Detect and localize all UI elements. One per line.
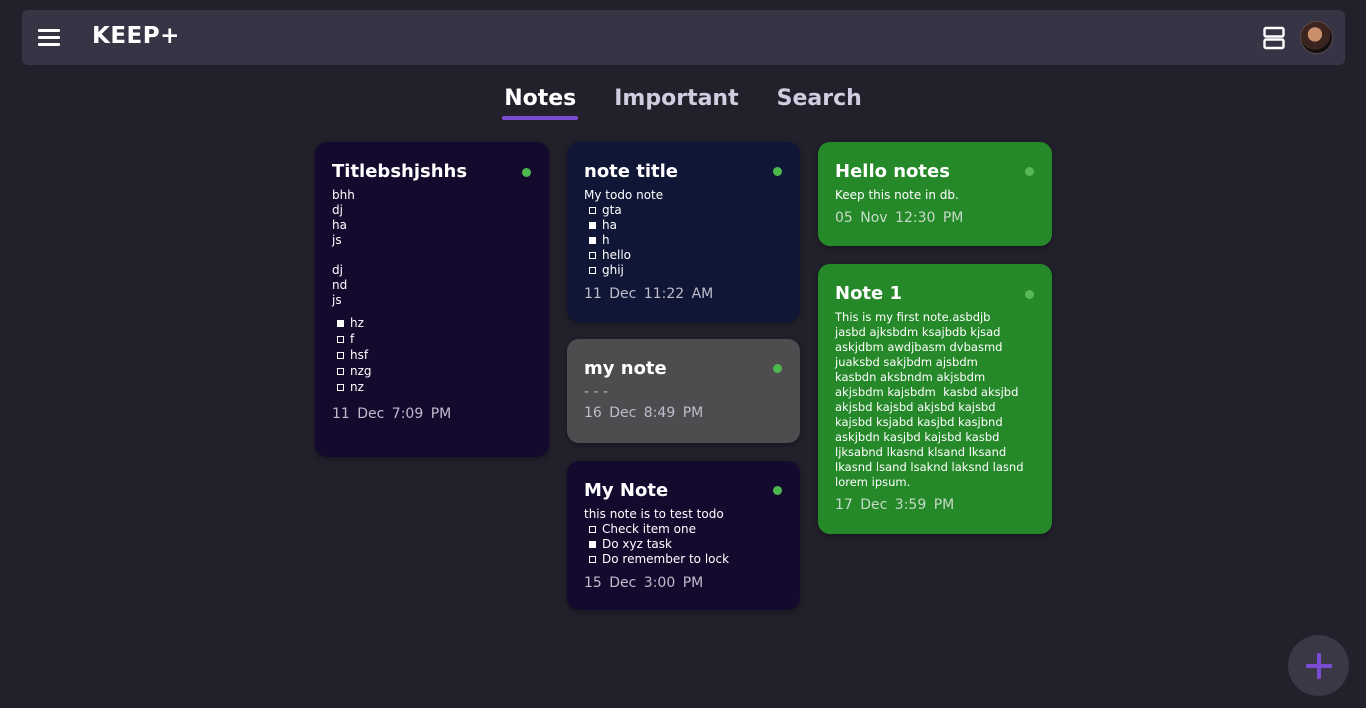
tab-search[interactable]: Search <box>775 86 864 120</box>
todo-label: Do xyz task <box>602 537 672 551</box>
todo-label: ghij <box>602 263 624 277</box>
note-text: Keep this note in db. <box>835 188 959 202</box>
note-card[interactable]: note title My todo note gta ha h hello g… <box>567 142 800 322</box>
todo-label: nzg <box>350 364 372 378</box>
top-app-bar: KEEP+ <box>22 10 1345 65</box>
todo-item[interactable]: Do xyz task <box>589 537 783 552</box>
todo-label: ha <box>602 218 617 232</box>
note-date: 17 Dec 3:59 PM <box>835 497 955 513</box>
checkbox-icon <box>337 335 344 343</box>
note-card[interactable]: My Note this note is to test todo Check … <box>567 461 800 610</box>
plus-icon <box>1305 652 1332 679</box>
todo-label: hz <box>350 316 364 330</box>
todo-item[interactable]: ghij <box>589 263 783 278</box>
todo-label: Do remember to lock <box>602 552 730 566</box>
todo-item[interactable]: nz <box>337 379 532 395</box>
status-dot <box>773 167 782 176</box>
layout-toggle-icon[interactable] <box>1263 26 1285 50</box>
note-card[interactable]: Titlebshjshhs bhh dj ha js dj nd js hz f… <box>315 142 549 457</box>
note-card[interactable]: Note 1 This is my first note.asbdjb jasb… <box>818 264 1052 534</box>
todo-item[interactable]: hello <box>589 248 783 263</box>
todo-list: Check item one Do xyz task Do remember t… <box>589 522 783 567</box>
note-text: bhh dj ha js dj nd js <box>332 188 355 307</box>
todo-item[interactable]: hz <box>337 316 532 331</box>
todo-label: f <box>350 332 355 346</box>
todo-list: hz f hsf nzg nz nz <box>337 316 532 398</box>
checkbox-icon <box>337 383 344 391</box>
todo-label: hello <box>602 248 631 262</box>
note-text: My todo note <box>584 188 664 202</box>
todo-item[interactable]: f <box>337 331 532 347</box>
note-date: 11 Dec 7:09 PM <box>332 406 452 422</box>
note-title: Hello notes <box>835 161 950 182</box>
note-title: My Note <box>584 480 669 501</box>
checkbox-icon <box>589 222 596 229</box>
todo-item[interactable]: hsf <box>337 347 532 363</box>
checkbox-icon <box>589 207 596 214</box>
add-note-button[interactable] <box>1288 635 1349 696</box>
todo-list-container: hz f hsf nzg nz nz <box>332 316 532 398</box>
note-date: 15 Dec 3:00 PM <box>584 575 704 591</box>
checkbox-icon <box>589 556 596 563</box>
note-date: 16 Dec 8:49 PM <box>584 405 704 421</box>
checkbox-icon <box>589 237 596 244</box>
checkbox-icon <box>589 526 596 533</box>
status-dot <box>1025 290 1034 299</box>
checkbox-icon <box>589 541 596 548</box>
tab-important[interactable]: Important <box>612 86 740 120</box>
note-text: This is my first note.asbdjb jasbd ajksb… <box>835 310 1024 489</box>
status-dot <box>773 486 782 495</box>
note-title: note title <box>584 161 679 182</box>
checkbox-icon <box>589 252 596 259</box>
checkbox-icon <box>589 267 596 274</box>
note-date: 11 Dec 11:22 AM <box>584 286 714 302</box>
user-avatar[interactable] <box>1300 21 1333 54</box>
todo-item[interactable]: h <box>589 233 783 248</box>
todo-item[interactable]: ha <box>589 218 783 233</box>
status-dot <box>1025 167 1034 176</box>
note-text: - - - <box>584 384 609 400</box>
todo-label: Check item one <box>602 522 696 536</box>
todo-label: h <box>602 233 610 247</box>
tab-notes[interactable]: Notes <box>502 86 579 120</box>
todo-item[interactable]: Check item one <box>589 522 783 537</box>
todo-list: gta ha h hello ghij <box>589 203 783 278</box>
todo-label: gta <box>602 203 622 217</box>
todo-item[interactable]: Do remember to lock <box>589 552 783 567</box>
todo-item[interactable]: nz <box>337 395 532 398</box>
tab-bar: Notes Important Search <box>0 86 1366 120</box>
note-title: my note <box>584 358 667 379</box>
todo-label: hsf <box>350 348 369 362</box>
app-brand: KEEP+ <box>92 23 180 49</box>
note-card[interactable]: Hello notes Keep this note in db. 05 Nov… <box>818 142 1052 246</box>
note-title: Titlebshjshhs <box>332 161 468 182</box>
note-title: Note 1 <box>835 283 903 304</box>
checkbox-icon <box>337 351 344 359</box>
note-card[interactable]: my note - - - 16 Dec 8:49 PM <box>567 339 800 443</box>
note-date: 05 Nov 12:30 PM <box>835 210 964 226</box>
todo-item[interactable]: gta <box>589 203 783 218</box>
status-dot <box>773 364 782 373</box>
todo-label: nz <box>350 380 364 394</box>
menu-icon[interactable] <box>38 27 60 47</box>
checkbox-icon <box>337 367 344 375</box>
checkbox-icon <box>337 320 344 327</box>
todo-label: nz <box>350 395 364 398</box>
todo-item[interactable]: nzg <box>337 363 532 379</box>
note-text: this note is to test todo <box>584 507 724 521</box>
status-dot <box>522 168 531 177</box>
